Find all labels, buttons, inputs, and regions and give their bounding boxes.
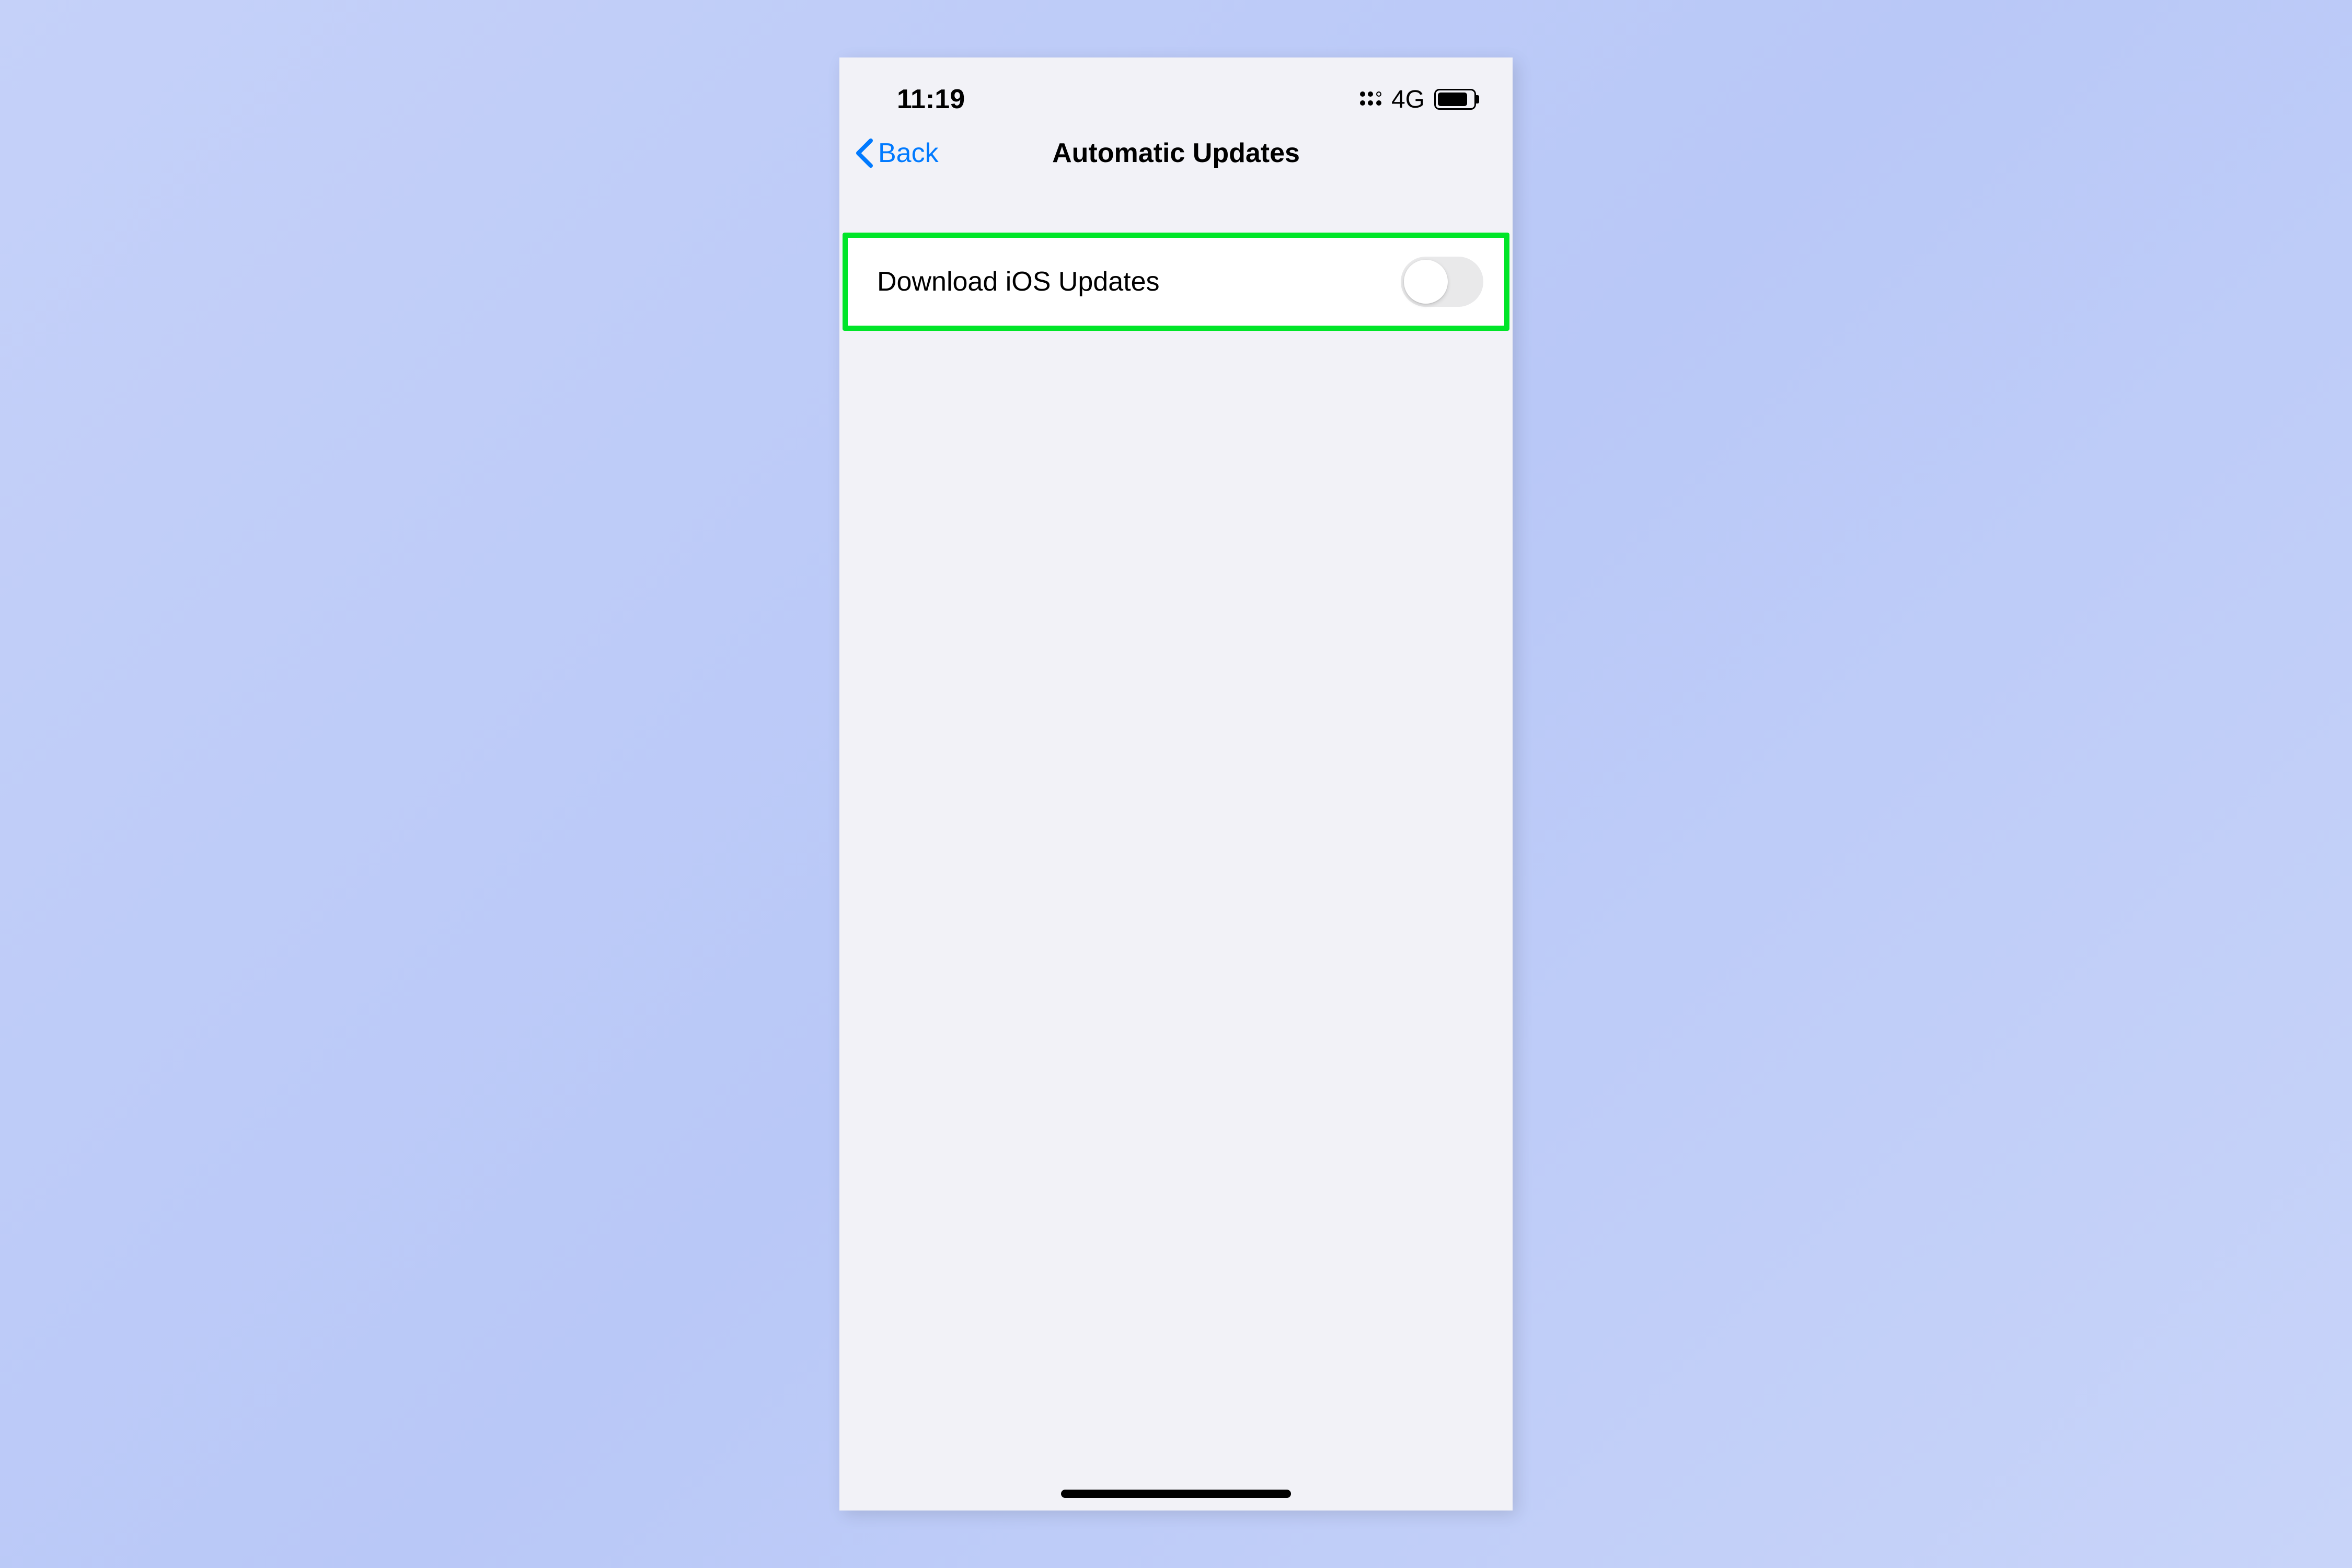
settings-content: Download iOS Updates [839,180,1513,331]
chevron-left-icon [855,139,874,168]
page-title: Automatic Updates [1052,137,1300,169]
download-ios-updates-label: Download iOS Updates [877,266,1160,297]
download-ios-updates-row[interactable]: Download iOS Updates [848,238,1504,326]
back-label: Back [878,137,939,169]
status-bar: 11:19 4G [839,57,1513,125]
home-indicator[interactable] [1061,1490,1291,1498]
download-ios-updates-toggle[interactable] [1401,257,1483,307]
signal-icon [1360,91,1382,107]
highlight-annotation: Download iOS Updates [843,233,1509,331]
toggle-knob [1404,260,1448,304]
phone-screen: 11:19 4G Back Automatic Updates [839,57,1513,1511]
back-button[interactable]: Back [855,137,939,169]
network-label: 4G [1391,85,1425,114]
status-indicators: 4G [1360,85,1476,114]
status-time: 11:19 [897,84,965,115]
navigation-bar: Back Automatic Updates [839,125,1513,180]
battery-icon [1434,89,1476,110]
